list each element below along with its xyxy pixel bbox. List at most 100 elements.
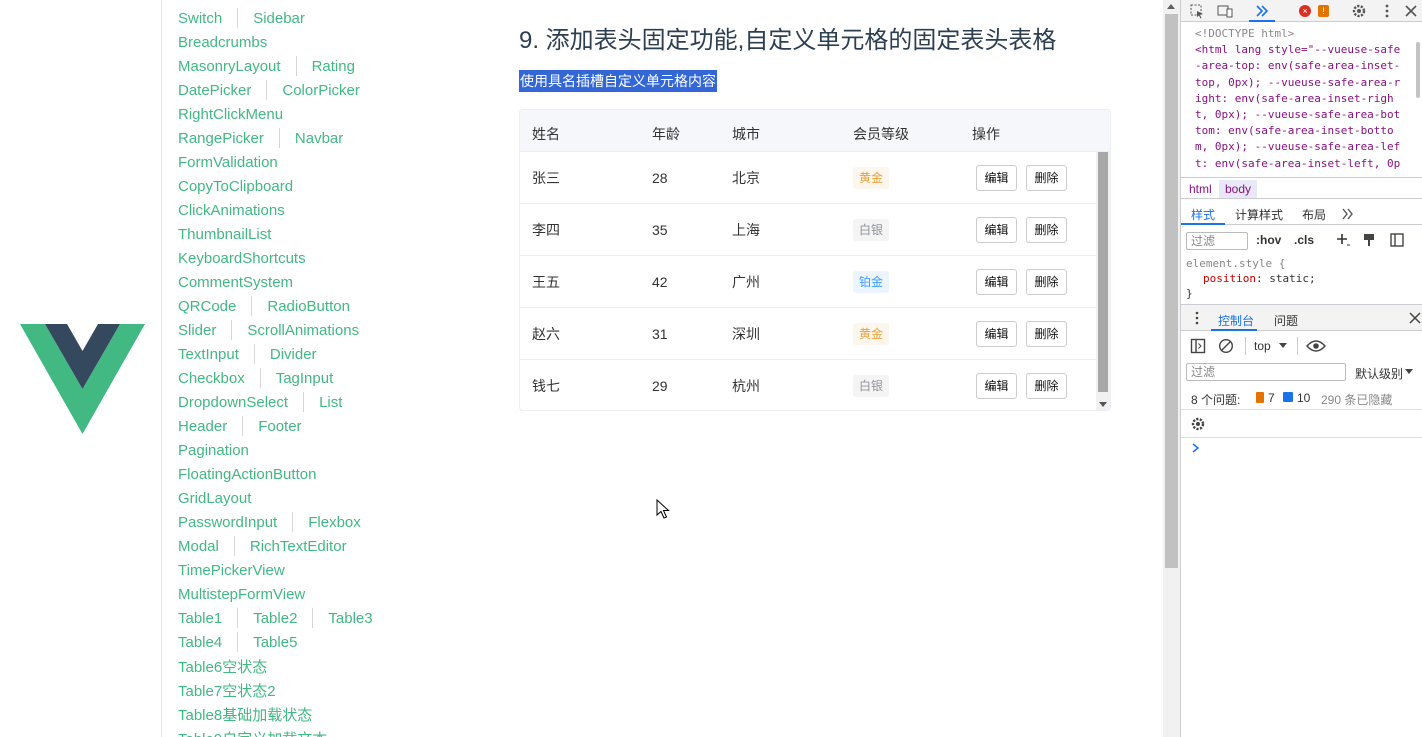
more-panels-icon[interactable]	[1341, 208, 1355, 220]
nav-link[interactable]: Pagination	[178, 442, 249, 459]
close-devtools-icon[interactable]	[1403, 3, 1419, 19]
console-sidebar-icon[interactable]	[1190, 338, 1206, 354]
close-drawer-icon[interactable]	[1409, 312, 1421, 324]
nav-link[interactable]: Breadcrumbs	[178, 34, 267, 51]
nav-link[interactable]: QRCode	[178, 298, 236, 315]
nav-link[interactable]: PasswordInput	[178, 514, 277, 531]
delete-button[interactable]: 删除	[1026, 165, 1067, 191]
drawer-menu-icon[interactable]	[1194, 311, 1200, 325]
nav-link[interactable]: Slider	[178, 322, 216, 339]
delete-button[interactable]: 删除	[1026, 217, 1067, 243]
more-options-icon[interactable]	[1379, 3, 1395, 19]
device-toolbar-icon[interactable]	[1217, 3, 1233, 19]
nav-link[interactable]: Flexbox	[308, 514, 361, 531]
nav-link[interactable]: KeyboardShortcuts	[178, 250, 306, 267]
scroll-up-arrow-icon[interactable]	[1167, 4, 1175, 9]
toggle-sidebar-icon[interactable]	[1389, 232, 1405, 248]
dom-tree-scrollbar[interactable]	[1413, 26, 1421, 174]
edit-button[interactable]: 编辑	[976, 217, 1017, 243]
more-tabs-button[interactable]	[1249, 0, 1275, 22]
nav-link[interactable]: ScrollAnimations	[247, 322, 359, 339]
nav-link[interactable]: ColorPicker	[282, 82, 360, 99]
scroll-down-arrow-icon[interactable]	[1099, 402, 1107, 407]
log-level-dropdown-icon[interactable]	[1405, 369, 1413, 375]
issues-summary[interactable]: 8 个问题: 7 10 290 条已隐藏	[1181, 388, 1422, 410]
dom-tree-scrollbar-thumb[interactable]	[1416, 42, 1420, 98]
context-dropdown-icon[interactable]	[1279, 343, 1287, 349]
tab-issues[interactable]: 问题	[1274, 312, 1298, 329]
nav-link[interactable]: CommentSystem	[178, 274, 293, 291]
nav-link[interactable]: Divider	[270, 346, 317, 363]
nav-link[interactable]: TextInput	[178, 346, 239, 363]
page-scrollbar[interactable]	[1163, 0, 1180, 737]
nav-link[interactable]: Navbar	[295, 130, 343, 147]
nav-link[interactable]: Table5	[253, 634, 297, 651]
element-style-rule[interactable]: element.style { position: static; }	[1186, 256, 1316, 301]
delete-button[interactable]: 删除	[1026, 321, 1067, 347]
nav-link[interactable]: Modal	[178, 538, 219, 555]
page-scrollbar-thumb[interactable]	[1165, 14, 1178, 568]
tab-styles[interactable]: 样式	[1191, 206, 1215, 223]
element-state-icon[interactable]	[1361, 232, 1377, 248]
live-expression-eye-icon[interactable]	[1306, 339, 1326, 353]
nav-link[interactable]: Rating	[312, 58, 355, 75]
nav-link[interactable]: Table2	[253, 610, 297, 627]
nav-link[interactable]: DropdownSelect	[178, 394, 288, 411]
crumb-html[interactable]: html	[1183, 180, 1218, 198]
nav-link[interactable]: Table7空状态2	[178, 680, 276, 701]
nav-link[interactable]: MultistepFormView	[178, 586, 305, 603]
nav-link[interactable]: DatePicker	[178, 82, 251, 99]
error-count-icon[interactable]: ×	[1299, 5, 1311, 17]
inspect-element-icon[interactable]	[1189, 3, 1205, 19]
tab-layout[interactable]: 布局	[1302, 206, 1326, 223]
nav-link[interactable]: Table6空状态	[178, 656, 267, 677]
edit-button[interactable]: 编辑	[976, 165, 1017, 191]
nav-link[interactable]: RangePicker	[178, 130, 264, 147]
nav-link[interactable]: GridLayout	[178, 490, 251, 507]
nav-link[interactable]: ThumbnailList	[178, 226, 271, 243]
hov-toggle[interactable]: :hov	[1256, 233, 1281, 247]
table-scrollbar[interactable]	[1096, 152, 1110, 410]
crumb-body[interactable]: body	[1219, 180, 1258, 198]
console-filter-input[interactable]: 过滤	[1186, 363, 1346, 381]
nav-link[interactable]: RadioButton	[267, 298, 350, 315]
edit-button[interactable]: 编辑	[976, 269, 1017, 295]
settings-gear-icon[interactable]	[1351, 3, 1367, 19]
tab-console[interactable]: 控制台	[1218, 312, 1254, 329]
nav-link[interactable]: CopyToClipboard	[178, 178, 293, 195]
table-scrollbar-thumb[interactable]	[1098, 152, 1108, 392]
nav-link[interactable]: Table3	[328, 610, 372, 627]
nav-link[interactable]: TimePickerView	[178, 562, 285, 579]
nav-link[interactable]: RichTextEditor	[250, 538, 347, 555]
delete-button[interactable]: 删除	[1026, 373, 1067, 399]
nav-link[interactable]: Footer	[258, 418, 301, 435]
add-rule-icon[interactable]	[1335, 232, 1351, 248]
nav-link[interactable]: TagInput	[276, 370, 334, 387]
edit-button[interactable]: 编辑	[976, 373, 1017, 399]
nav-link[interactable]: RightClickMenu	[178, 106, 283, 123]
nav-link[interactable]: Checkbox	[178, 370, 245, 387]
nav-link[interactable]: Table4	[178, 634, 222, 651]
tab-computed[interactable]: 计算样式	[1235, 206, 1283, 223]
elements-dom-tree[interactable]: <!DOCTYPE html> <html lang style="--vueus…	[1195, 26, 1413, 172]
nav-link[interactable]: List	[319, 394, 342, 411]
delete-button[interactable]: 删除	[1026, 269, 1067, 295]
nav-link[interactable]: FormValidation	[178, 154, 278, 171]
nav-link[interactable]: Table9自定义加载文本	[178, 728, 327, 737]
clear-console-icon[interactable]	[1218, 338, 1234, 354]
log-level-select[interactable]: 默认级别	[1355, 365, 1403, 382]
nav-link[interactable]: Table8基础加载状态	[178, 704, 312, 725]
cls-toggle[interactable]: .cls	[1294, 233, 1314, 247]
console-prompt-icon[interactable]	[1191, 442, 1201, 454]
edit-button[interactable]: 编辑	[976, 321, 1017, 347]
nav-link[interactable]: FloatingActionButton	[178, 466, 316, 483]
nav-link[interactable]: Sidebar	[253, 10, 305, 27]
console-settings-gear-icon[interactable]	[1190, 416, 1206, 432]
warning-count-icon[interactable]: !	[1318, 5, 1329, 17]
nav-link[interactable]: MasonryLayout	[178, 58, 281, 75]
styles-filter-input[interactable]: 过滤	[1186, 232, 1248, 250]
nav-link[interactable]: Table1	[178, 610, 222, 627]
context-select[interactable]: top	[1254, 339, 1271, 353]
nav-link[interactable]: Header	[178, 418, 227, 435]
nav-link[interactable]: Switch	[178, 10, 222, 27]
